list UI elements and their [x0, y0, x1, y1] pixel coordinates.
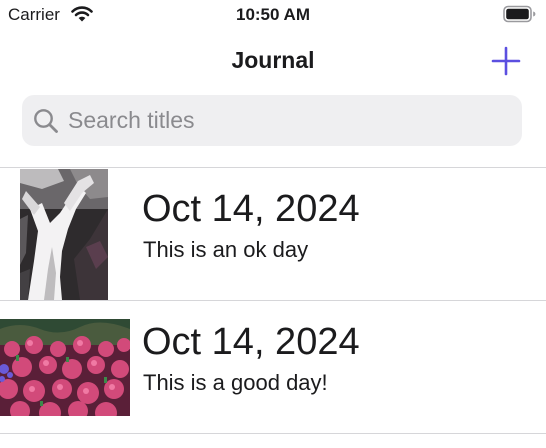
entry-date: Oct 14, 2024 — [142, 321, 360, 363]
search-bar[interactable] — [22, 95, 522, 146]
black-and-white-tree-photo — [20, 169, 108, 300]
magnifier-icon — [34, 109, 58, 133]
list-item[interactable]: Oct 14, 2024 This is a good day! — [0, 301, 546, 433]
entry-title: This is an ok day — [143, 237, 309, 262]
search-input[interactable] — [68, 95, 508, 146]
entry-title: This is a good day! — [143, 370, 328, 395]
add-entry-button[interactable] — [489, 44, 523, 78]
page-title: Journal — [231, 47, 315, 73]
entry-date: Oct 14, 2024 — [142, 188, 360, 230]
pink-flower-field-photo — [0, 319, 130, 416]
list-separator — [0, 433, 546, 434]
plus-icon — [491, 46, 521, 76]
status-bar: Carrier 10:50 AM — [0, 0, 546, 32]
battery-icon — [503, 5, 536, 23]
list-item[interactable]: Oct 14, 2024 This is an ok day — [0, 168, 546, 300]
status-time: 10:50 AM — [235, 5, 310, 24]
journal-screen: Carrier 10:50 AM Journal Search titles O… — [0, 0, 546, 448]
